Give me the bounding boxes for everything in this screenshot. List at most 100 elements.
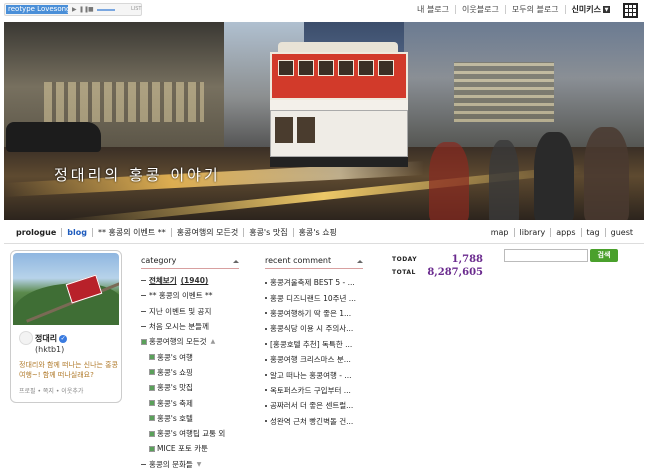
category-item-mice[interactable]: MICE 포토 카툰 <box>141 441 241 456</box>
comment-text: 홍콩여행하기 딱 좋은 1... <box>270 308 352 318</box>
my-blog-link[interactable]: 내 블로그 <box>411 5 457 14</box>
category-label: 전체보기 <box>149 276 177 286</box>
today-label: TODAY <box>392 256 418 263</box>
total-label: TOTAL <box>392 269 416 276</box>
comment-item[interactable]: 알고 떠나는 홍콩여행 - ... <box>265 367 365 382</box>
nav-restaurants[interactable]: 홍콩's 맛집 <box>243 228 292 237</box>
comment-item[interactable]: [홍콩호텔 추천] 독특한 ... <box>265 337 365 352</box>
search-button[interactable]: 검색 <box>590 249 618 262</box>
category-label: 홍콩's 축제 <box>157 398 193 408</box>
nav-shopping[interactable]: 홍콩's 쇼핑 <box>292 228 342 237</box>
playlist-button[interactable]: LIST <box>131 5 142 14</box>
comment-item[interactable]: 옥토퍼스카드 구입부터 ... <box>265 383 365 398</box>
play-icon[interactable]: ▶ <box>72 5 77 14</box>
category-header[interactable]: category <box>141 255 239 269</box>
top-bar: reotype Lovesong ( ▶ ❚❚ ■ LIST 내 블로그 이웃블… <box>0 0 650 22</box>
category-item-hotel[interactable]: 홍콩's 호텔 <box>141 411 241 426</box>
category-item-past-events[interactable]: 지난 이벤트 및 공지 <box>141 304 241 319</box>
today-count: 1,788 <box>451 254 483 265</box>
chevron-down-icon[interactable]: ▼ <box>197 461 202 468</box>
recent-comment-list: 홍콩겨울축제 BEST 5 - ... 홍콩 디즈니랜드 10주년 ... 홍콩… <box>265 275 365 429</box>
category-title: category <box>141 256 177 265</box>
category-label: 홍콩's 여행 <box>157 352 193 362</box>
top-links: 내 블로그 이웃블로그 모두의 블로그 신미키스 ▼ <box>411 5 616 14</box>
category-item-tips[interactable]: 홍콩's 여행팁 교통 외 <box>141 426 241 441</box>
nav-tag[interactable]: tag <box>580 228 605 237</box>
nav-map[interactable]: map <box>486 228 514 237</box>
nav-hongkong-events[interactable]: ** 홍콩의 이벤트 ** <box>91 228 171 237</box>
folder-icon <box>149 445 155 452</box>
stop-icon[interactable]: ■ <box>88 5 94 14</box>
category-item-first-visit[interactable]: 처음 오시는 분들께 <box>141 319 241 334</box>
nav-library[interactable]: library <box>513 228 551 237</box>
profile-photo[interactable] <box>13 253 119 325</box>
profile-card: 정대리 ✓ (hktb1) 정대리와 함께 떠나는 신나는 홍콩여행~! 함께 떠… <box>10 250 122 403</box>
profile-name[interactable]: 정대리 <box>35 334 57 343</box>
category-item-travel[interactable]: 홍콩's 여행 <box>141 349 241 364</box>
category-item-all[interactable]: 전체보기 (1940) <box>141 273 241 288</box>
nav-apps[interactable]: apps <box>550 228 580 237</box>
comment-item[interactable]: 공짜러서 더 좋은 센트럴... <box>265 398 365 413</box>
nav-guest[interactable]: guest <box>604 228 638 237</box>
user-name: 신미키스 <box>571 5 601 14</box>
recent-comment-header[interactable]: recent comment <box>265 255 363 269</box>
volume-slider[interactable] <box>97 9 115 11</box>
collapse-icon[interactable] <box>233 260 239 263</box>
blog-title[interactable]: 정대리의 홍콩 이야기 <box>54 164 221 185</box>
folder-icon <box>149 384 155 391</box>
dropdown-icon[interactable]: ▼ <box>603 6 610 13</box>
category-label: 처음 오시는 분들께 <box>149 322 209 332</box>
category-label: 홍콩여행의 모든것 <box>149 337 207 347</box>
category-label: 지난 이벤트 및 공지 <box>149 306 212 316</box>
nav-blog[interactable]: blog <box>61 228 92 237</box>
profile-id: (hktb1) <box>35 345 65 354</box>
category-item-shopping[interactable]: 홍콩's 쇼핑 <box>141 365 241 380</box>
comment-text: 옥토퍼스카드 구입부터 ... <box>270 385 351 395</box>
comment-text: 공짜러서 더 좋은 센트럴... <box>270 401 354 411</box>
category-list: 전체보기 (1940) ** 홍콩의 이벤트 ** 지난 이벤트 및 공지 처음 … <box>141 273 241 469</box>
category-item-festival[interactable]: 홍콩's 축제 <box>141 395 241 410</box>
comment-text: 홍콩겨울축제 BEST 5 - ... <box>270 278 355 288</box>
folder-icon <box>149 415 155 422</box>
search-input[interactable] <box>504 249 588 262</box>
collapse-icon[interactable] <box>357 260 363 263</box>
comment-text: [홍콩호텔 추천] 독특한 ... <box>270 339 353 349</box>
category-label: MICE 포토 카툰 <box>157 444 209 454</box>
comment-item[interactable]: 홍콩겨울축제 BEST 5 - ... <box>265 275 365 290</box>
profile-description: 정대리와 함께 떠나는 신나는 홍콩여행~! 함께 떠나실래요? <box>19 361 119 379</box>
tram-illustration <box>270 42 410 167</box>
chevron-up-icon[interactable]: ▲ <box>211 338 216 345</box>
category-item-culture[interactable]: 홍콩의 문화들 ▼ <box>141 457 241 469</box>
folder-icon <box>149 354 155 361</box>
comment-text: 홍콩식당 이용 시 주의사... <box>270 324 354 334</box>
user-menu[interactable]: 신미키스 ▼ <box>566 5 616 14</box>
header-image: 정대리의 홍콩 이야기 <box>4 22 644 220</box>
comment-item[interactable]: 홍콩여행 크리스마스 분... <box>265 352 365 367</box>
comment-text: 알고 떠나는 홍콩여행 - ... <box>270 370 352 380</box>
category-label: 홍콩's 맛집 <box>157 383 193 393</box>
total-count: 8,287,605 <box>427 267 483 278</box>
nav-travel-all[interactable]: 홍콩여행의 모든것 <box>170 228 243 237</box>
apps-grid-icon[interactable] <box>623 3 638 18</box>
visitor-stats: TODAY 1,788 TOTAL 8,287,605 <box>392 254 487 280</box>
category-item-restaurants[interactable]: 홍콩's 맛집 <box>141 380 241 395</box>
category-item-travel-all[interactable]: 홍콩여행의 모든것 ▲ <box>141 334 241 349</box>
category-label: 홍콩의 문화들 <box>149 459 193 469</box>
comment-item[interactable]: 홍콩 디즈니랜드 10주년 ... <box>265 290 365 305</box>
category-item-events[interactable]: ** 홍콩의 이벤트 ** <box>141 288 241 303</box>
category-label: ** 홍콩의 이벤트 ** <box>149 291 213 301</box>
all-blog-link[interactable]: 모두의 블로그 <box>506 5 566 14</box>
music-player[interactable]: reotype Lovesong ( ▶ ❚❚ ■ LIST <box>4 3 142 16</box>
comment-item[interactable]: 성완역 근처 빵긴벽돌 건... <box>265 414 365 429</box>
avatar[interactable] <box>19 331 33 345</box>
category-label: 홍콩's 여행팁 교통 외 <box>157 429 226 439</box>
comment-item[interactable]: 홍콩식당 이용 시 주의사... <box>265 321 365 336</box>
profile-links[interactable]: 프로필 • 쪽지 • 이웃추가 <box>19 386 83 395</box>
category-count: (1940) <box>180 276 209 286</box>
nav-prologue[interactable]: prologue <box>16 228 61 237</box>
category-label: 홍콩's 호텔 <box>157 413 193 423</box>
comment-item[interactable]: 홍콩여행하기 딱 좋은 1... <box>265 306 365 321</box>
neighbor-blog-link[interactable]: 이웃블로그 <box>456 5 506 14</box>
song-title[interactable]: reotype Lovesong ( <box>6 5 68 14</box>
folder-icon <box>149 430 155 437</box>
